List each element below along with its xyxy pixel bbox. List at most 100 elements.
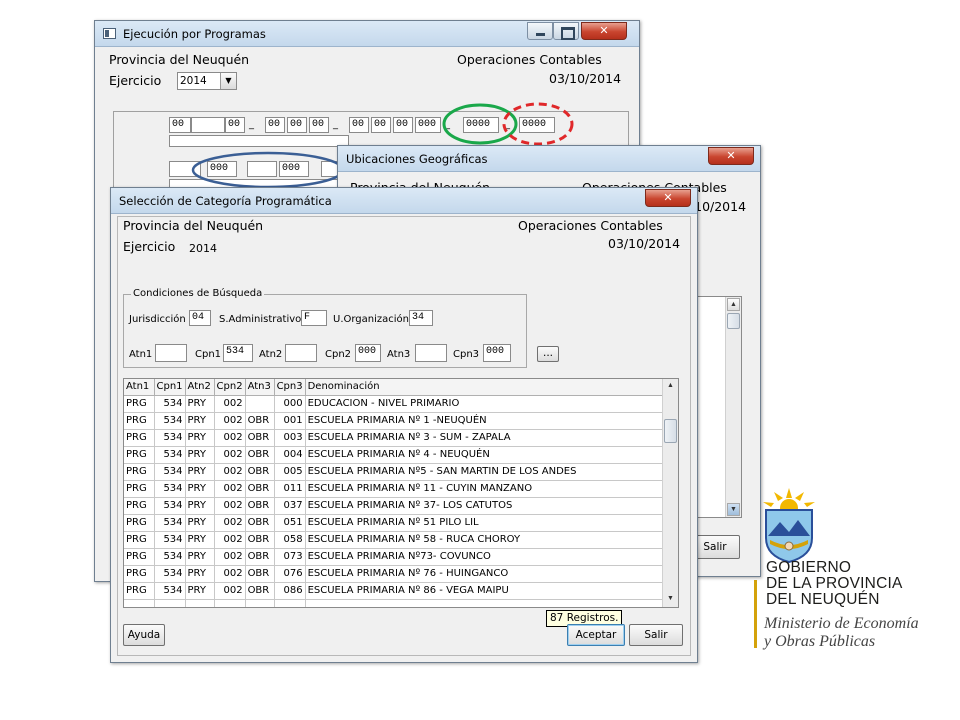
ejecucion-titlebar[interactable]: Ejecución por Programas ✕ — [95, 21, 639, 47]
search-ellipsis-button[interactable]: ... — [537, 346, 559, 362]
col-header-cpn3[interactable]: Cpn3 — [274, 379, 306, 396]
table-row[interactable]: PRG 534 PRY 002 OBR 051 ESCUELA PRIMARIA Nº 51… — [124, 514, 668, 532]
col-header-atn2[interactable]: Atn2 — [185, 379, 215, 396]
chevron-down-icon[interactable]: ▼ — [220, 73, 236, 89]
code-field-blue-highlight[interactable]: 000 — [207, 161, 237, 177]
scroll-thumb[interactable] — [664, 419, 677, 443]
table-row[interactable]: PRG 534 PRY 002 OBR 005 ESCUELA PRIMARIA Nº5 -… — [124, 463, 668, 481]
code-field[interactable]: 00 — [169, 117, 191, 133]
ayuda-button[interactable]: Ayuda — [123, 624, 165, 646]
table-row-empty[interactable] — [124, 599, 668, 607]
uorg-input[interactable]: 34 — [409, 310, 433, 326]
jurisdiccion-input[interactable]: 04 — [189, 310, 211, 326]
code-field[interactable]: 000 — [415, 117, 441, 133]
salir-button[interactable]: Salir — [629, 624, 683, 646]
table-row[interactable]: PRG 534 PRY 002 OBR 058 ESCUELA PRIMARIA Nº 58… — [124, 531, 668, 549]
cell: 534 — [154, 531, 186, 549]
code-field[interactable]: 00 — [225, 117, 245, 133]
cell: PRG — [124, 582, 155, 600]
table-row[interactable]: PRG 534 PRY 002 OBR 076 ESCUELA PRIMARIA Nº 76… — [124, 565, 668, 583]
aceptar-button[interactable]: Aceptar — [567, 624, 625, 646]
close-icon[interactable]: ✕ — [645, 189, 691, 207]
code-separator: _ — [505, 119, 510, 130]
scroll-up-icon[interactable]: ▲ — [727, 298, 740, 311]
cell: OBR — [245, 582, 275, 600]
maximize-icon[interactable] — [553, 22, 579, 40]
table-row[interactable]: PRG 534 PRY 002 OBR 004 ESCUELA PRIMARIA Nº 4 … — [124, 446, 668, 464]
geo-list[interactable]: ▲ ▼ — [696, 296, 742, 518]
col-header-atn3[interactable]: Atn3 — [245, 379, 275, 396]
table-row[interactable]: PRG 534 PRY 002 OBR 011 ESCUELA PRIMARIA Nº 11… — [124, 480, 668, 498]
cell — [305, 599, 668, 607]
shield-hands — [784, 541, 794, 551]
atn3-input[interactable] — [415, 344, 447, 362]
sadmin-input[interactable]: F — [301, 310, 327, 326]
cell: 005 — [274, 463, 306, 481]
code-description-field[interactable] — [169, 135, 349, 147]
cell: ESCUELA PRIMARIA Nº73- COVUNCO — [305, 548, 668, 566]
table-row[interactable]: PRG 534 PRY 002 OBR 086 ESCUELA PRIMARIA Nº 86… — [124, 582, 668, 600]
code-field-blue-highlight[interactable]: 000 — [279, 161, 309, 177]
table-row[interactable]: PRG 534 PRY 002 OBR 037 ESCUELA PRIMARIA Nº 37… — [124, 497, 668, 515]
scroll-down-icon[interactable]: ▼ — [727, 503, 740, 516]
col-header-cpn1[interactable]: Cpn1 — [154, 379, 186, 396]
cell: EDUCACION - NIVEL PRIMARIO — [305, 395, 668, 413]
code-field[interactable]: 00 — [265, 117, 285, 133]
scroll-up-icon[interactable]: ▲ — [664, 380, 677, 393]
table-row[interactable]: PRG 534 PRY 002 000 EDUCACION - NIVEL PRIMARI… — [124, 395, 668, 413]
col-header-atn1[interactable]: Atn1 — [124, 379, 155, 396]
categoria-results-table[interactable]: Atn1 Cpn1 Atn2 Cpn2 Atn3 Cpn3 Denominaci… — [123, 378, 679, 608]
logo-del-neuquen: DEL NEUQUÉN — [766, 591, 880, 608]
code-separator: _ — [445, 119, 450, 130]
cpn3-input[interactable]: 000 — [483, 344, 511, 362]
prog-ejercicio-select[interactable]: 2014 ▼ — [177, 72, 237, 90]
minimize-icon[interactable] — [527, 22, 553, 40]
cell — [274, 599, 306, 607]
code-field[interactable] — [247, 161, 277, 177]
code-field[interactable]: 00 — [393, 117, 413, 133]
prog-fecha-label: 03/10/2014 — [549, 71, 622, 86]
code-field-green-highlight[interactable]: 0000 — [463, 117, 499, 133]
prog-ejercicio-label: Ejercicio — [109, 73, 162, 88]
table-row[interactable]: PRG 534 PRY 002 OBR 073 ESCUELA PRIMARIA Nº73-… — [124, 548, 668, 566]
sadmin-label: S.Administrativo — [219, 314, 302, 325]
cpn2-input[interactable]: 000 — [355, 344, 381, 362]
atn2-input[interactable] — [285, 344, 317, 362]
atn1-label: Atn1 — [129, 349, 153, 360]
table-row[interactable]: PRG 534 PRY 002 OBR 001 ESCUELA PRIMARIA Nº 1 … — [124, 412, 668, 430]
cpn1-label: Cpn1 — [195, 349, 222, 360]
cell: PRY — [185, 531, 215, 549]
col-header-denominacion[interactable]: Denominación — [305, 379, 668, 396]
results-scrollbar[interactable]: ▲ ▼ — [662, 379, 678, 607]
cell: PRG — [124, 565, 155, 583]
code-field[interactable]: 00 — [309, 117, 329, 133]
cpn2-label: Cpn2 — [325, 349, 352, 360]
col-header-cpn2[interactable]: Cpn2 — [214, 379, 246, 396]
categoria-titlebar[interactable]: Selección de Categoría Programática ✕ — [111, 188, 697, 214]
code-field[interactable] — [169, 161, 201, 177]
close-icon[interactable]: ✕ — [581, 22, 627, 40]
code-field[interactable]: 00 — [349, 117, 369, 133]
ubicaciones-titlebar[interactable]: Ubicaciones Geográficas ✕ — [338, 146, 760, 172]
cell: 058 — [274, 531, 306, 549]
cell: 534 — [154, 446, 186, 464]
geo-list-scrollbar[interactable]: ▲ ▼ — [725, 297, 741, 517]
cell: 534 — [154, 497, 186, 515]
code-separator: _ — [333, 119, 338, 130]
table-row[interactable]: PRG 534 PRY 002 OBR 003 ESCUELA PRIMARIA Nº 3 … — [124, 429, 668, 447]
code-field[interactable]: 00 — [287, 117, 307, 133]
cell: ESCUELA PRIMARIA Nº 58 - RUCA CHOROY — [305, 531, 668, 549]
cpn1-input[interactable]: 534 — [223, 344, 253, 362]
code-field-red-highlight[interactable]: 0000 — [519, 117, 555, 133]
cpn3-label: Cpn3 — [453, 349, 480, 360]
atn1-input[interactable] — [155, 344, 187, 362]
cell: 002 — [214, 395, 246, 413]
scroll-down-icon[interactable]: ▼ — [664, 593, 677, 606]
code-field[interactable]: 00 — [371, 117, 391, 133]
close-icon[interactable]: ✕ — [708, 147, 754, 165]
cell: ESCUELA PRIMARIA Nº 37- LOS CATUTOS — [305, 497, 668, 515]
code-field[interactable] — [191, 117, 225, 133]
cell: PRG — [124, 463, 155, 481]
logo-de-la-provincia: DE LA PROVINCIA — [766, 575, 903, 592]
scroll-thumb[interactable] — [727, 313, 740, 329]
